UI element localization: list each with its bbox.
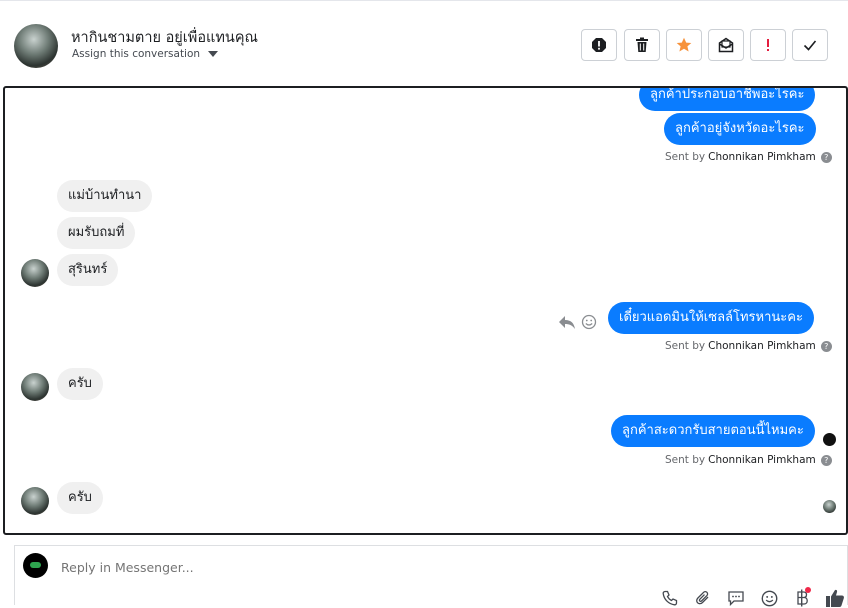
- reply-composer: [14, 545, 848, 608]
- contact-avatar-small: [21, 259, 49, 287]
- outgoing-message[interactable]: เดี๋ยวแอดมินให้เซลล์โทรหานะคะ: [608, 302, 814, 334]
- incoming-message[interactable]: ผมรับถมที่: [57, 217, 136, 249]
- spam-icon: [592, 38, 606, 52]
- conversation-actions: [581, 29, 828, 61]
- delete-button[interactable]: [624, 29, 660, 61]
- sent-by-prefix: Sent by: [665, 151, 706, 163]
- reply-input[interactable]: [59, 559, 563, 576]
- incoming-message[interactable]: แม่บ้านทำนา: [57, 180, 153, 212]
- mark-unread-icon: [718, 37, 734, 53]
- attach-button[interactable]: [693, 588, 713, 608]
- sender-name: Chonnikan Pimkham: [708, 340, 816, 352]
- assign-label: Assign this conversation: [72, 48, 201, 60]
- incoming-message[interactable]: สุรินทร์: [57, 254, 119, 286]
- mark-unread-button[interactable]: [708, 29, 744, 61]
- seen-indicator-contact: [823, 500, 836, 513]
- sent-by-label: Sent by Chonnikan Pimkham ?: [665, 454, 832, 466]
- incoming-message[interactable]: ครับ: [57, 368, 103, 400]
- saved-reply-icon: [728, 591, 744, 606]
- react-emoji-icon[interactable]: [581, 314, 597, 330]
- assign-conversation-dropdown[interactable]: Assign this conversation: [72, 48, 219, 60]
- caret-down-icon: [208, 51, 219, 57]
- contact-name[interactable]: หากินชามตาย อยู่เพื่อแทนคุณ: [71, 26, 258, 49]
- attachment-icon: [696, 590, 709, 605]
- like-icon: [826, 589, 844, 607]
- payment-button[interactable]: [792, 587, 812, 608]
- outgoing-message[interactable]: ลูกค้าประกอบอาชีพอะไรคะ: [639, 88, 816, 111]
- sent-by-label: Sent by Chonnikan Pimkham ?: [665, 340, 832, 352]
- done-icon: [803, 40, 817, 51]
- page-logo: [23, 553, 48, 578]
- outgoing-message[interactable]: ลูกค้าอยู่จังหวัดอะไรคะ: [664, 113, 816, 145]
- star-icon: [676, 37, 692, 52]
- composer-toolbar: [660, 587, 845, 608]
- phone-icon: [662, 590, 678, 606]
- help-icon[interactable]: ?: [820, 340, 832, 352]
- like-button[interactable]: [825, 588, 845, 608]
- sent-by-prefix: Sent by: [665, 340, 706, 352]
- emoji-button[interactable]: [759, 588, 779, 608]
- saved-replies-button[interactable]: [726, 588, 746, 608]
- mark-spam-button[interactable]: [581, 29, 617, 61]
- mark-important-button[interactable]: [750, 29, 786, 61]
- sender-name: Chonnikan Pimkham: [708, 454, 816, 466]
- contact-avatar-small: [21, 487, 49, 515]
- sender-name: Chonnikan Pimkham: [708, 151, 816, 163]
- conversation-header: หากินชามตาย อยู่เพื่อแทนคุณ Assign this …: [0, 0, 848, 86]
- star-button[interactable]: [666, 29, 702, 61]
- sent-by-label: Sent by Chonnikan Pimkham ?: [665, 151, 832, 163]
- important-icon: [767, 39, 769, 51]
- help-icon[interactable]: ?: [820, 454, 832, 466]
- call-button[interactable]: [660, 588, 680, 608]
- help-icon[interactable]: ?: [820, 151, 832, 163]
- contact-avatar[interactable]: [14, 24, 58, 68]
- contact-avatar-small: [21, 373, 49, 401]
- emoji-icon: [761, 590, 777, 606]
- mark-done-button[interactable]: [792, 29, 828, 61]
- outgoing-message[interactable]: ลูกค้าสะดวกรับสายตอนนี้ไหมคะ: [611, 415, 815, 447]
- notification-dot: [805, 587, 811, 593]
- incoming-message[interactable]: ครับ: [57, 482, 103, 514]
- trash-icon: [636, 37, 648, 52]
- sent-by-prefix: Sent by: [665, 454, 706, 466]
- message-thread[interactable]: ลูกค้าประกอบอาชีพอะไรคะ ลูกค้าอยู่จังหวั…: [3, 86, 848, 535]
- reply-icon[interactable]: [558, 314, 576, 330]
- seen-indicator-page: [823, 433, 836, 446]
